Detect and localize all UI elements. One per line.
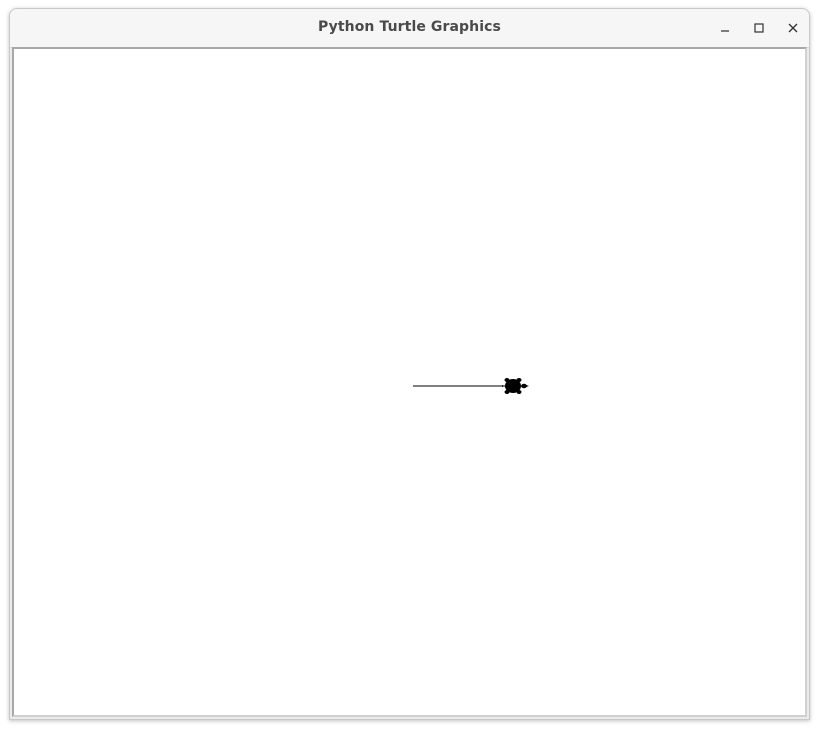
title-bar[interactable]: Python Turtle Graphics <box>10 9 809 48</box>
close-button[interactable] <box>783 18 803 38</box>
close-icon <box>788 23 798 33</box>
window-title: Python Turtle Graphics <box>318 19 501 35</box>
minimize-icon <box>721 30 729 32</box>
turtle-canvas[interactable] <box>14 49 805 715</box>
maximize-icon <box>754 23 764 33</box>
minimize-button[interactable] <box>715 18 735 38</box>
canvas-frame <box>12 47 807 717</box>
turtle-icon <box>502 378 529 394</box>
maximize-button[interactable] <box>749 18 769 38</box>
turtle-window: Python Turtle Graphics <box>9 8 810 720</box>
